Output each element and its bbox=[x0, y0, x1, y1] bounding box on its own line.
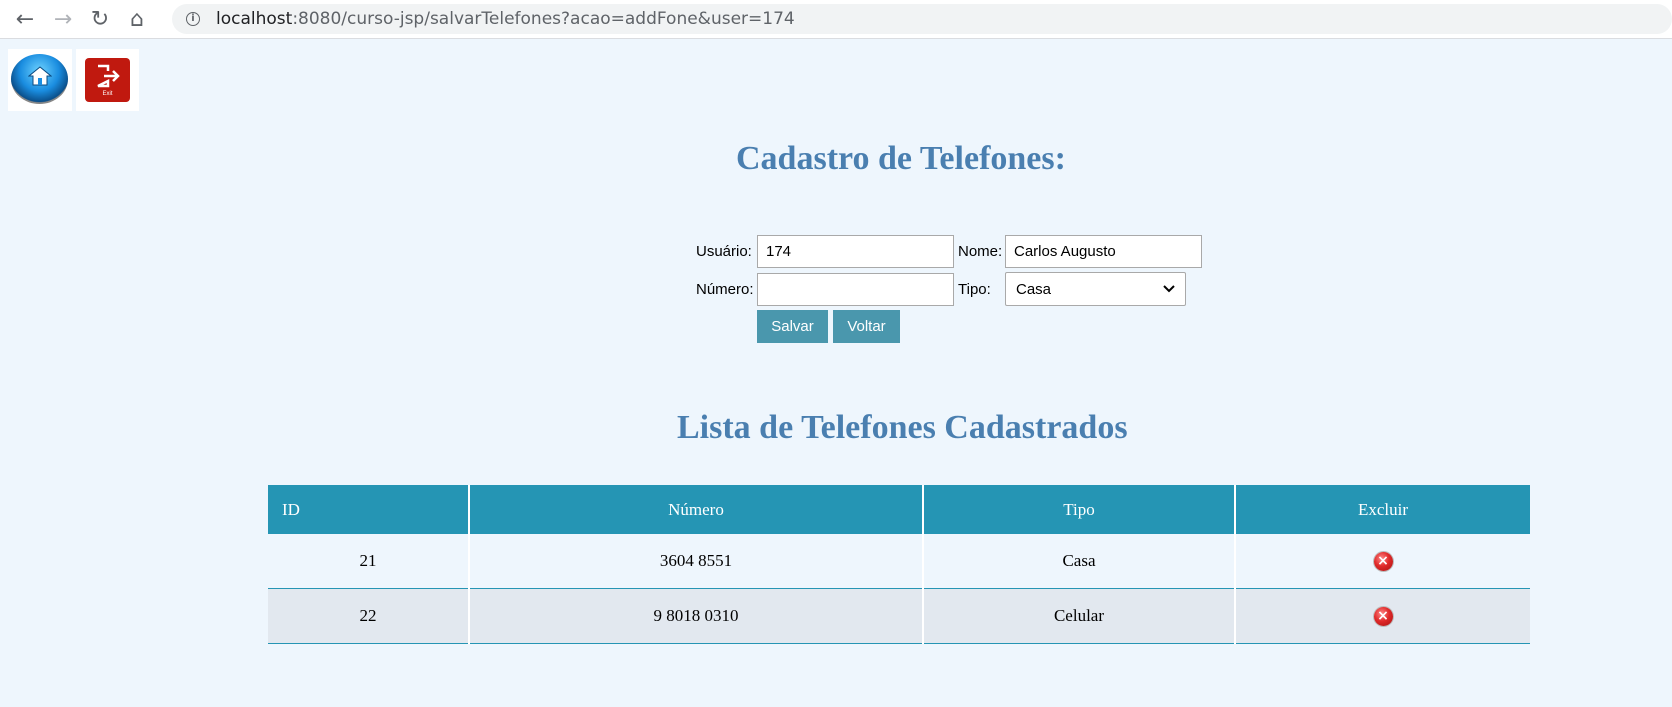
phones-table: ID Número Tipo Excluir 21 3604 8551 Casa… bbox=[268, 485, 1530, 644]
table-row: 22 9 8018 0310 Celular × bbox=[268, 588, 1530, 644]
cell-tipo: Celular bbox=[923, 588, 1236, 644]
page-title: Cadastro de Telefones: bbox=[736, 140, 1066, 177]
chevron-down-icon bbox=[1163, 285, 1175, 293]
cell-numero: 9 8018 0310 bbox=[469, 588, 924, 644]
save-button[interactable]: Salvar bbox=[757, 310, 828, 343]
column-header-excluir: Excluir bbox=[1235, 485, 1530, 534]
back-arrow-icon[interactable]: ← bbox=[12, 6, 38, 32]
forward-arrow-icon[interactable]: → bbox=[50, 6, 76, 32]
cell-id: 21 bbox=[268, 534, 470, 589]
list-title: Lista de Telefones Cadastrados bbox=[677, 409, 1128, 446]
address-bar[interactable]: i localhost:8080/curso-jsp/salvarTelefon… bbox=[172, 4, 1672, 34]
tipo-select[interactable]: Casa bbox=[1005, 272, 1186, 306]
browser-toolbar: ← → ↻ ⌂ i localhost:8080/curso-jsp/salva… bbox=[0, 0, 1672, 39]
home-browser-icon[interactable]: ⌂ bbox=[124, 6, 150, 32]
cell-tipo: Casa bbox=[923, 534, 1236, 589]
cell-id: 22 bbox=[268, 588, 470, 644]
cell-excluir: × bbox=[1235, 534, 1530, 589]
column-header-id: ID bbox=[268, 485, 470, 534]
numero-label: Número: bbox=[696, 281, 754, 298]
back-button[interactable]: Voltar bbox=[833, 310, 900, 343]
reload-icon[interactable]: ↻ bbox=[87, 6, 113, 32]
nome-label: Nome: bbox=[958, 243, 1003, 260]
table-row: 21 3604 8551 Casa × bbox=[268, 534, 1530, 589]
table-header-row: ID Número Tipo Excluir bbox=[268, 485, 1530, 534]
home-button[interactable] bbox=[8, 49, 72, 111]
exit-text: Exit bbox=[102, 91, 113, 97]
usuario-label: Usuário: bbox=[696, 243, 752, 260]
url-text: localhost:8080/curso-jsp/salvarTelefones… bbox=[216, 9, 795, 29]
column-header-numero: Número bbox=[469, 485, 924, 534]
nome-field[interactable] bbox=[1005, 235, 1202, 268]
column-header-tipo: Tipo bbox=[923, 485, 1236, 534]
info-icon[interactable]: i bbox=[186, 12, 200, 26]
exit-icon: Exit bbox=[85, 58, 130, 102]
tipo-selected-value: Casa bbox=[1016, 280, 1052, 298]
logout-door-icon bbox=[97, 64, 120, 88]
house-icon bbox=[28, 66, 52, 86]
delete-icon[interactable]: × bbox=[1373, 552, 1393, 572]
cell-excluir: × bbox=[1235, 588, 1530, 644]
tipo-label: Tipo: bbox=[958, 281, 991, 298]
usuario-field[interactable] bbox=[757, 235, 954, 268]
url-path: :8080/curso-jsp/salvarTelefones?acao=add… bbox=[292, 9, 795, 29]
numero-field[interactable] bbox=[757, 273, 954, 306]
url-host: localhost bbox=[216, 9, 293, 29]
delete-icon[interactable]: × bbox=[1373, 607, 1393, 627]
cell-numero: 3604 8551 bbox=[469, 534, 924, 589]
exit-button[interactable]: Exit bbox=[76, 49, 139, 111]
